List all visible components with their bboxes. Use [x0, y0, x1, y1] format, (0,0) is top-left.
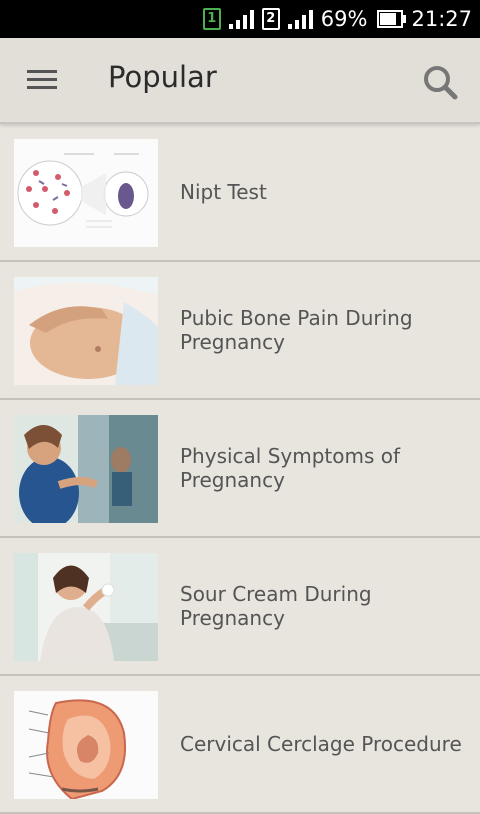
cervical-cerclage-thumbnail: [14, 691, 158, 799]
battery-percent: 69%: [320, 7, 368, 31]
item-title: Physical Symptoms of Pregnancy: [180, 444, 401, 492]
clock: 21:27: [411, 7, 472, 31]
sim2-icon: 2: [261, 8, 280, 30]
item-title: Pubic Bone Pain During Pregnancy: [180, 306, 413, 354]
list-item[interactable]: Physical Symptoms of Pregnancy: [0, 400, 480, 538]
list-item[interactable]: Cervical Cerclage Procedure: [0, 676, 480, 814]
hamburger-menu-icon[interactable]: [27, 70, 57, 90]
search-icon[interactable]: [422, 64, 458, 100]
status-indicators: 1 2 69% 21:27: [202, 6, 472, 32]
battery-icon: [377, 10, 407, 28]
article-list: Nipt Test Pubic Bone Pain During Pregnan…: [0, 124, 480, 814]
item-title: Sour Cream During Pregnancy: [180, 582, 372, 630]
app-bar: Popular: [0, 38, 480, 124]
pregnancy-test-thumbnail: [14, 415, 158, 523]
status-bar: 1 2 69% 21:27: [0, 0, 480, 38]
list-item[interactable]: Sour Cream During Pregnancy: [0, 538, 480, 676]
page-title: Popular: [108, 60, 217, 94]
signal-icon: [287, 9, 313, 29]
sour-cream-thumbnail: [14, 553, 158, 661]
pregnant-belly-thumbnail: [14, 277, 158, 385]
item-title: Cervical Cerclage Procedure: [180, 732, 462, 756]
signal-icon: [228, 9, 254, 29]
list-item[interactable]: Nipt Test: [0, 124, 480, 262]
list-item[interactable]: Pubic Bone Pain During Pregnancy: [0, 262, 480, 400]
item-title: Nipt Test: [180, 180, 267, 204]
sim1-icon: 1: [202, 8, 221, 30]
nipt-test-thumbnail: [14, 139, 158, 247]
